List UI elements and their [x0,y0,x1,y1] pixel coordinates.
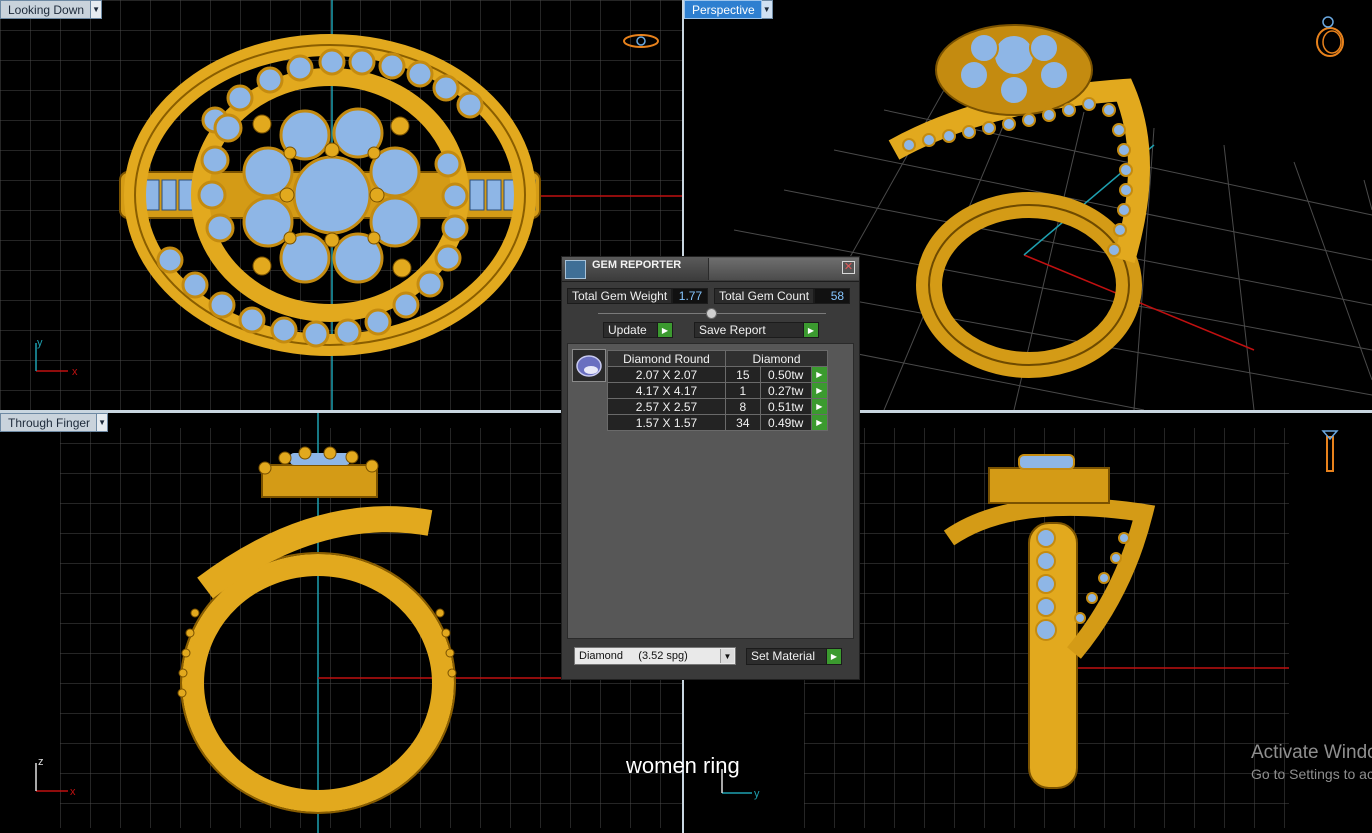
save-report-button[interactable]: Save Report ▶ [694,322,819,338]
table-row[interactable]: 4.17 X 4.17 1 0.27tw ▶ [607,382,829,399]
play-arrow-icon: ▶ [657,323,672,337]
material-select-value: Diamond (3.52 spg) [579,650,688,662]
play-arrow-icon: ▶ [803,323,818,337]
material-select[interactable]: Diamond (3.52 spg) ▼ [574,647,736,665]
gem-table: Diamond Round Diamond 2.07 X 2.07 15 0.5… [607,350,829,431]
activation-watermark: Activate Windows Go to Settings to activ… [1248,738,1372,788]
ring-orientation-icon[interactable] [1320,425,1340,475]
dialog-title: GEM REPORTER [592,259,682,271]
dropdown-arrow-icon[interactable]: ▼ [97,413,109,432]
gem-size: 2.57 X 2.57 [607,398,726,415]
set-material-button-label: Set Material [751,649,816,663]
table-row[interactable]: 2.57 X 2.57 8 0.51tw ▶ [607,398,829,415]
watermark-line-1: Activate Windows [1251,742,1372,763]
dialog-title-bar[interactable]: GEM REPORTER ✕ [562,257,859,282]
total-gem-weight-label: Total Gem Weight [567,288,673,304]
gem-count: 15 [725,366,761,383]
gem-reporter-app-icon [565,260,586,279]
total-gem-count: Total Gem Count 58 [714,288,851,304]
gem-size: 2.07 X 2.07 [607,366,726,383]
axis-x-label: x [70,786,76,798]
dropdown-arrow-icon[interactable]: ▼ [91,0,103,19]
chevron-down-icon[interactable]: ▼ [720,649,734,663]
save-report-button-label: Save Report [699,323,766,337]
column-header-shape: Diamond Round [607,350,726,367]
axis-y-label: y [754,788,760,800]
total-gem-count-label: Total Gem Count [714,288,815,304]
watermark-line-2: Go to Settings to activate Windows. [1251,766,1372,782]
axis-z-label: z [38,756,44,768]
viewport-label-looking-down[interactable]: Looking Down ▼ [0,0,103,19]
close-button[interactable]: ✕ [842,261,855,274]
axis-indicator: x z [35,756,76,798]
total-gem-weight: Total Gem Weight 1.77 [567,288,709,304]
gem-list-panel: Diamond Round Diamond 2.07 X 2.07 15 0.5… [567,343,854,639]
gem-reporter-dialog: GEM REPORTER ✕ Total Gem Weight 1.77 Tot… [561,256,860,680]
update-button-label: Update [608,323,647,337]
viewport-label-text: Through Finger [0,413,98,432]
gem-weight: 0.27tw [759,382,812,399]
viewport-label-through-finger[interactable]: Through Finger ▼ [0,413,109,432]
gem-size: 4.17 X 4.17 [607,382,726,399]
gem-count: 8 [725,398,761,415]
axis-x-label: x [72,366,78,378]
caption-text: women ring [626,753,740,778]
gem-count: 34 [725,414,761,431]
set-material-button[interactable]: Set Material ▶ [746,648,842,665]
gem-count: 1 [725,382,761,399]
title-bar-pane [708,258,859,280]
gem-weight: 0.51tw [759,398,812,415]
row-go-button[interactable]: ▶ [810,366,829,383]
panel-splitter-knob[interactable] [706,308,717,319]
dropdown-arrow-icon[interactable]: ▼ [761,0,773,19]
row-go-button[interactable]: ▶ [810,398,829,415]
round-diamond-icon [576,355,602,377]
viewport-label-text: Perspective [684,0,762,19]
row-go-button[interactable]: ▶ [810,414,829,431]
row-go-button[interactable]: ▶ [810,382,829,399]
play-arrow-icon: ▶ [826,649,841,664]
total-gem-weight-value: 1.77 [672,288,709,304]
ring-orientation-icon[interactable] [1312,12,1352,62]
table-row[interactable]: 1.57 X 1.57 34 0.49tw ▶ [607,414,829,431]
viewport-label-perspective[interactable]: Perspective ▼ [684,0,773,19]
viewport-label-text: Looking Down [0,0,92,19]
total-gem-count-value: 58 [814,288,851,304]
gem-size: 1.57 X 1.57 [607,414,726,431]
diamond-thumbnail [572,349,606,382]
axis-y-label: y [37,337,43,349]
table-row[interactable]: 2.07 X 2.07 15 0.50tw ▶ [607,366,829,383]
column-header-material: Diamond [725,350,828,367]
update-button[interactable]: Update ▶ [603,322,673,338]
gem-weight: 0.50tw [759,366,812,383]
gem-weight: 0.49tw [759,414,812,431]
ring-orientation-icon[interactable] [621,30,661,54]
axis-indicator: x y [35,337,78,378]
